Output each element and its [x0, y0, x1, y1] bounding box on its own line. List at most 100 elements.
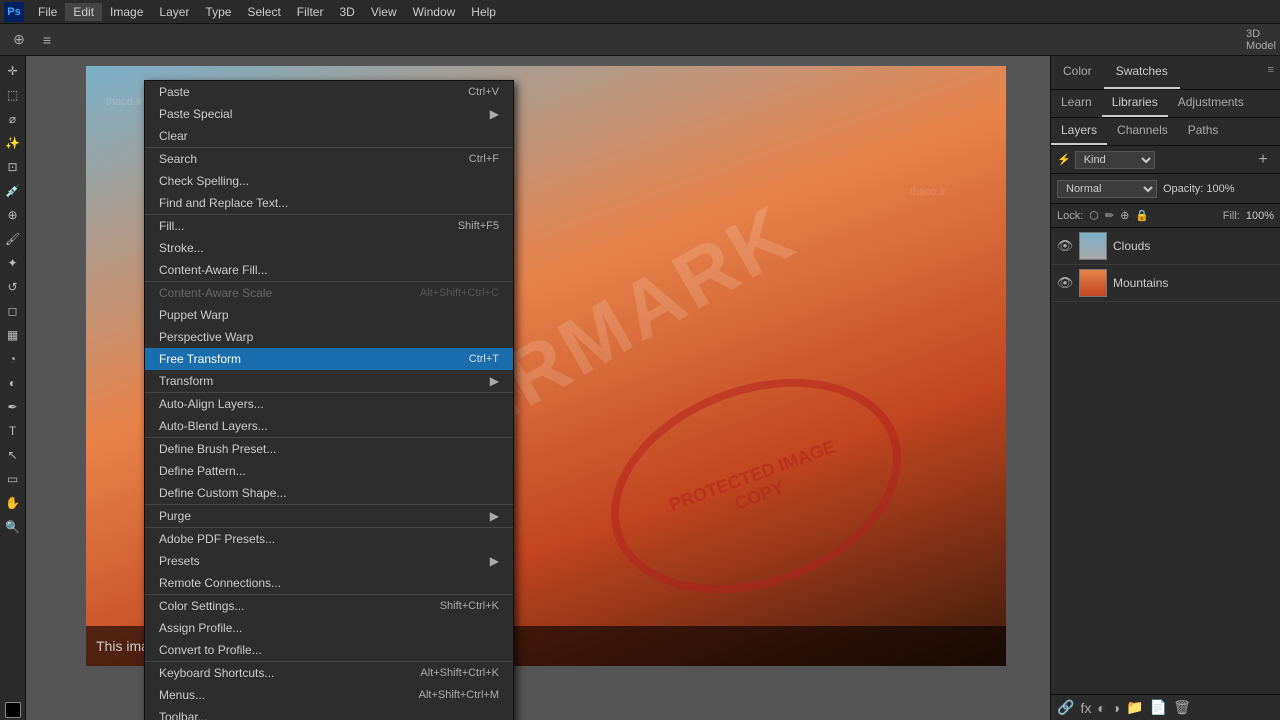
delete-layer-btn[interactable]: 🗑: [1173, 699, 1191, 716]
menu-help[interactable]: Help: [463, 3, 504, 21]
history-brush-tool[interactable]: ↺: [2, 276, 24, 298]
define-shape-item[interactable]: Define Custom Shape...: [145, 482, 513, 504]
gradient-tool[interactable]: ▦: [2, 324, 24, 346]
menu-bar: Ps File Edit Image Layer Type Select Fil…: [0, 0, 1280, 24]
edit-section-align: Auto-Align Layers... Auto-Blend Layers..…: [145, 393, 513, 438]
edit-section-presets: Adobe PDF Presets... Presets ▶ Remote Co…: [145, 528, 513, 595]
clear-item[interactable]: Clear: [145, 125, 513, 147]
fill-item[interactable]: Fill... Shift+F5: [145, 215, 513, 237]
kind-filter-select[interactable]: Kind: [1075, 151, 1155, 169]
assign-profile-item[interactable]: Assign Profile...: [145, 617, 513, 639]
paste-special-item[interactable]: Paste Special ▶: [145, 103, 513, 125]
magic-wand-tool[interactable]: ✨: [2, 132, 24, 154]
blend-mode-select[interactable]: Normal: [1057, 180, 1157, 198]
menu-file[interactable]: File: [30, 3, 65, 21]
tab-learn[interactable]: Learn: [1051, 90, 1102, 117]
watermark-site: thaco.ir: [106, 96, 142, 108]
tab-color[interactable]: Color: [1051, 56, 1104, 89]
check-spelling-item[interactable]: Check Spelling...: [145, 170, 513, 192]
eraser-tool[interactable]: ◻: [2, 300, 24, 322]
menu-select[interactable]: Select: [239, 3, 288, 21]
content-aware-fill-item[interactable]: Content-Aware Fill...: [145, 259, 513, 281]
remote-connections-item[interactable]: Remote Connections...: [145, 572, 513, 594]
pen-tool[interactable]: ✒: [2, 396, 24, 418]
shape-tool[interactable]: ▭: [2, 468, 24, 490]
layer-clouds[interactable]: 👁 Clouds: [1051, 228, 1280, 265]
perspective-warp-item[interactable]: Perspective Warp: [145, 326, 513, 348]
free-transform-item[interactable]: Free Transform Ctrl+T: [145, 348, 513, 370]
crop-tool[interactable]: ⊡: [2, 156, 24, 178]
stroke-item[interactable]: Stroke...: [145, 237, 513, 259]
menu-3d[interactable]: 3D: [331, 3, 362, 21]
layer-mountains-visibility-icon[interactable]: 👁: [1057, 275, 1073, 291]
auto-blend-item[interactable]: Auto-Blend Layers...: [145, 415, 513, 437]
new-layer-btn[interactable]: +: [1252, 149, 1274, 171]
toolbar-item[interactable]: Toolbar...: [145, 706, 513, 720]
lock-position-icon[interactable]: ⊕: [1120, 209, 1129, 222]
menu-edit[interactable]: Edit: [65, 3, 102, 21]
edit-section-define: Define Brush Preset... Define Pattern...…: [145, 438, 513, 505]
menus-item[interactable]: Menus... Alt+Shift+Ctrl+M: [145, 684, 513, 706]
pdf-presets-item[interactable]: Adobe PDF Presets...: [145, 528, 513, 550]
panel-collapse-btn[interactable]: ≡: [1262, 56, 1280, 89]
purge-item[interactable]: Purge ▶: [145, 505, 513, 527]
tab-adjustments[interactable]: Adjustments: [1168, 90, 1254, 117]
healing-brush-tool[interactable]: ⊕: [2, 204, 24, 226]
color-settings-item[interactable]: Color Settings... Shift+Ctrl+K: [145, 595, 513, 617]
new-layer-bottom-btn[interactable]: 📄: [1150, 699, 1167, 716]
move-tool[interactable]: ✛: [2, 60, 24, 82]
add-style-btn[interactable]: fx: [1080, 700, 1091, 716]
tab-layers[interactable]: Layers: [1051, 118, 1107, 145]
auto-align-item[interactable]: Auto-Align Layers...: [145, 393, 513, 415]
fill-value[interactable]: 100%: [1246, 210, 1274, 222]
hand-tool[interactable]: ✋: [2, 492, 24, 514]
add-mask-btn[interactable]: ◐: [1097, 700, 1105, 716]
type-tool[interactable]: T: [2, 420, 24, 442]
lock-all-icon[interactable]: 🔒: [1135, 209, 1149, 222]
blur-tool[interactable]: ◔: [2, 348, 24, 370]
define-brush-item[interactable]: Define Brush Preset...: [145, 438, 513, 460]
link-layers-btn[interactable]: 🔗: [1057, 699, 1074, 716]
watermark-site2: thaco.ir: [910, 186, 946, 198]
opacity-value[interactable]: 100%: [1206, 183, 1234, 195]
zoom-tool[interactable]: 🔍: [2, 516, 24, 538]
convert-profile-item[interactable]: Convert to Profile...: [145, 639, 513, 661]
fill-label: Fill:: [1223, 210, 1240, 222]
paste-item[interactable]: Paste Ctrl+V: [145, 81, 513, 103]
search-item[interactable]: Search Ctrl+F: [145, 148, 513, 170]
dodge-tool[interactable]: ◐: [2, 372, 24, 394]
layer-clouds-visibility-icon[interactable]: 👁: [1057, 238, 1073, 254]
menu-type[interactable]: Type: [197, 3, 239, 21]
menu-window[interactable]: Window: [405, 3, 464, 21]
lock-pixels-icon[interactable]: ✏: [1105, 209, 1114, 222]
layer-clouds-thumbnail: [1079, 232, 1107, 260]
layer-clouds-name: Clouds: [1113, 239, 1150, 253]
add-adjustment-btn[interactable]: ◑: [1112, 700, 1120, 716]
path-selection-tool[interactable]: ↖: [2, 444, 24, 466]
lasso-tool[interactable]: ⌀: [2, 108, 24, 130]
presets-item[interactable]: Presets ▶: [145, 550, 513, 572]
tab-swatches[interactable]: Swatches: [1104, 56, 1180, 89]
clone-stamp-tool[interactable]: ✦: [2, 252, 24, 274]
tab-libraries[interactable]: Libraries: [1102, 90, 1168, 117]
brush-tool[interactable]: 🖌: [2, 228, 24, 250]
tab-channels[interactable]: Channels: [1107, 118, 1178, 145]
right-panel-top-tabs: Color Swatches ≡: [1051, 56, 1280, 90]
find-replace-item[interactable]: Find and Replace Text...: [145, 192, 513, 214]
puppet-warp-item[interactable]: Puppet Warp: [145, 304, 513, 326]
menu-filter[interactable]: Filter: [289, 3, 332, 21]
menu-view[interactable]: View: [363, 3, 405, 21]
transform-item[interactable]: Transform ▶: [145, 370, 513, 392]
tab-paths[interactable]: Paths: [1178, 118, 1229, 145]
new-group-btn[interactable]: 📁: [1126, 699, 1143, 716]
define-pattern-item[interactable]: Define Pattern...: [145, 460, 513, 482]
menu-layer[interactable]: Layer: [151, 3, 197, 21]
layer-mountains[interactable]: 👁 Mountains: [1051, 265, 1280, 302]
foreground-color[interactable]: [5, 702, 21, 718]
menu-image[interactable]: Image: [102, 3, 151, 21]
selection-tool[interactable]: ⬚: [2, 84, 24, 106]
eyedropper-tool[interactable]: 💉: [2, 180, 24, 202]
lock-transparent-icon[interactable]: ⬡: [1089, 209, 1099, 222]
keyboard-shortcuts-item[interactable]: Keyboard Shortcuts... Alt+Shift+Ctrl+K: [145, 662, 513, 684]
3d-mode-button[interactable]: 3D Model: [1250, 29, 1272, 51]
